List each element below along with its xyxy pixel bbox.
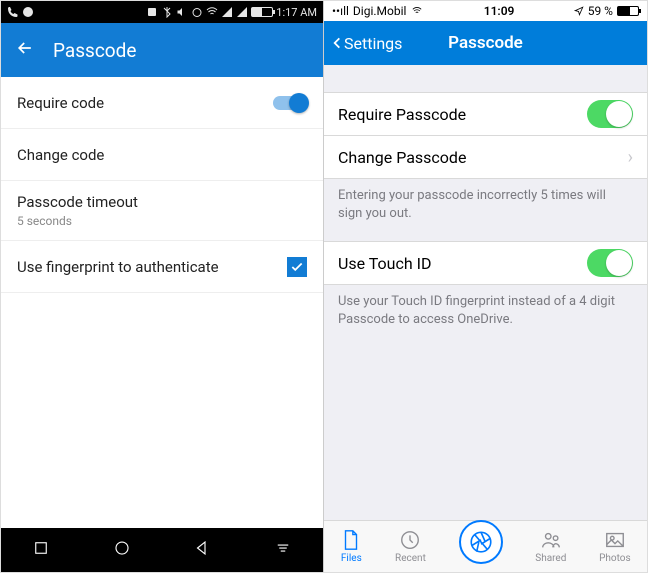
change-passcode-row[interactable]: Change Passcode › [324,135,647,179]
ios-settings-content: Require Passcode Change Passcode › Enter… [324,65,647,520]
battery-percent: 59 % [588,4,613,18]
wifi-icon [410,6,424,16]
page-title: Passcode [448,33,523,53]
android-nav-bar [1,528,323,572]
row-label: Require Passcode [338,105,466,124]
fingerprint-row[interactable]: Use fingerprint to authenticate [1,241,323,293]
fingerprint-checkbox[interactable] [287,257,307,277]
status-time: 1:17 AM [276,6,317,19]
back-button[interactable] [15,38,35,63]
nav-menu-icon[interactable] [274,539,292,561]
touch-id-note: Use your Touch ID fingerprint instead of… [324,285,647,336]
android-settings-list: Require code Change code Passcode timeou… [1,77,323,528]
phone-icon [7,6,19,18]
back-button[interactable]: Settings [330,33,402,53]
touch-id-toggle[interactable] [587,249,633,277]
battery-icon [617,6,639,16]
tab-label: Files [341,553,362,564]
tab-add[interactable] [459,520,503,564]
spotify-icon [22,6,34,18]
require-code-toggle[interactable] [273,96,307,110]
row-label: Passcode timeout [17,193,138,211]
require-passcode-toggle[interactable] [587,100,633,128]
row-label: Use Touch ID [338,254,432,273]
tab-label: Recent [395,553,426,564]
signal-icon [221,6,233,18]
wifi-icon [206,6,218,18]
nav-home-icon[interactable] [113,539,131,561]
require-passcode-row[interactable]: Require Passcode [324,92,647,136]
ios-screen: ••ıll Digi.Mobil 11:09 59 % Settings Pas… [324,1,647,572]
row-label: Change code [17,146,104,164]
row-label: Use fingerprint to authenticate [17,258,219,276]
chevron-right-icon: › [628,147,633,168]
status-time: 11:09 [484,4,515,18]
passcode-timeout-row[interactable]: Passcode timeout 5 seconds [1,181,323,241]
android-header: Passcode [1,23,323,77]
nav-back-icon[interactable] [193,539,211,561]
row-sublabel: 5 seconds [17,214,138,228]
ios-header: Settings Passcode [324,21,647,65]
row-label: Require code [17,94,104,112]
row-label: Change Passcode [338,148,466,167]
tab-files[interactable]: Files [340,529,362,564]
nfc-icon [146,6,158,18]
nav-recent-icon[interactable] [32,539,50,561]
location-icon [574,6,584,16]
change-code-row[interactable]: Change code [1,129,323,181]
signal-icon: ••ıll [332,4,349,18]
ios-tab-bar: Files Recent Shared Photos [324,520,647,572]
tab-recent[interactable]: Recent [395,529,426,564]
ios-status-bar: ••ıll Digi.Mobil 11:09 59 % [324,1,647,21]
tab-photos[interactable]: Photos [599,529,631,564]
tab-label: Photos [599,553,631,564]
battery-icon [251,7,273,17]
incorrect-note: Entering your passcode incorrectly 5 tim… [324,179,647,230]
page-title: Passcode [53,39,136,62]
back-label: Settings [344,34,402,53]
tab-shared[interactable]: Shared [535,529,566,564]
carrier-label: Digi.Mobil [353,4,407,18]
android-status-bar: 1:17 AM [1,1,323,23]
tab-label: Shared [535,553,566,564]
signal-icon [236,6,248,18]
android-screen: 1:17 AM Passcode Require code Change cod… [1,1,324,572]
mute-icon [176,6,188,18]
require-code-row[interactable]: Require code [1,77,323,129]
touch-id-row[interactable]: Use Touch ID [324,241,647,285]
alarm-icon [191,6,203,18]
bluetooth-icon [161,6,173,18]
